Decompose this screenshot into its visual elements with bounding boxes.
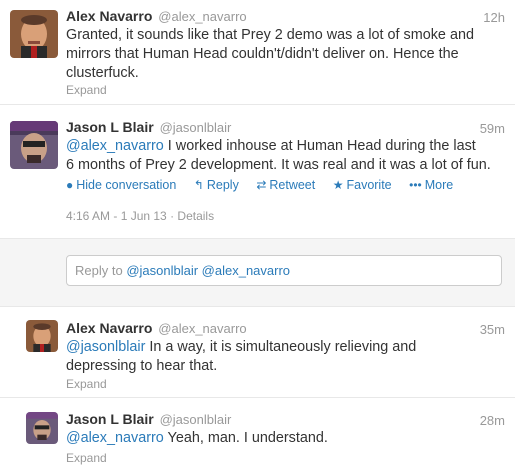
tweet-author-name[interactable]: Alex Navarro [66,8,152,24]
tweet-text-line: I worked inhouse at Human Head during th… [163,138,476,154]
tweet-text-line: clusterfuck. [66,65,139,81]
tweet-timestamp[interactable]: 59m [480,121,505,136]
tweet-text-line: depressing to hear that. [66,358,218,374]
tweet-full-timestamp[interactable]: 4:16 AM - 1 Jun 13 [66,209,167,223]
tweet-timestamp[interactable]: 35m [480,322,505,337]
tweet-author-username[interactable]: @alex_navarro [158,321,246,336]
tweet-author-username[interactable]: @jasonlblair [160,412,232,427]
hide-conversation-button[interactable]: ● Hide conversation [66,178,176,192]
expand-link[interactable]: Expand [66,83,107,97]
avatar[interactable] [10,10,58,58]
chevron-up-icon: ● [66,178,74,192]
expand-link[interactable]: Expand [66,451,107,465]
mention-link[interactable]: @jasonlblair [66,339,145,355]
tweet-author-name[interactable]: Jason L Blair [66,411,154,427]
reply-mention: @alex_navarro [201,263,291,278]
tweet-1[interactable]: Alex Navarro @alex_navarro 12h Granted, … [0,0,515,104]
retweet-label: Retweet [269,178,316,192]
divider [0,238,515,239]
mention-link[interactable]: @alex_navarro [66,430,164,446]
reply-prefix: Reply to [75,263,127,278]
reply-input[interactable]: Reply to @jasonlblair @alex_navarro [66,255,502,286]
tweet-text-line: In a way, it is simultaneously relieving… [145,339,417,355]
tweet-text: @alex_navarro I worked inhouse at Human … [66,137,491,175]
tweet-author-name[interactable]: Alex Navarro [66,320,152,336]
reply-mention: @jasonlblair [126,263,199,278]
expand-link[interactable]: Expand [66,377,107,391]
star-icon: ★ [332,178,344,192]
tweet-timestamp[interactable]: 12h [483,10,505,25]
tweet-4[interactable]: Jason L Blair @jasonlblair 28m @alex_nav… [0,398,515,468]
reply-label: Reply [206,178,239,192]
tweet-text-line: 6 months of Prey 2 development. It was r… [66,157,491,173]
retweet-button[interactable]: ⇄ Retweet [256,178,315,192]
retweet-icon: ⇄ [256,178,267,192]
more-button[interactable]: ••• More [409,178,453,192]
more-label: More [424,178,454,192]
hide-conversation-label: Hide conversation [76,178,177,192]
details-link[interactable]: Details [177,209,214,223]
tweet-text-line: Yeah, man. I understand. [163,430,328,446]
mention-link[interactable]: @alex_navarro [66,138,164,154]
tweet-author-username[interactable]: @alex_navarro [158,9,246,24]
ellipsis-icon: ••• [409,178,422,192]
favorite-label: Favorite [346,178,392,192]
tweet-meta: 4:16 AM - 1 Jun 13 · Details [66,209,214,223]
tweet-2[interactable]: Jason L Blair @jasonlblair 59m @alex_nav… [0,105,515,238]
tweet-author-name[interactable]: Jason L Blair [66,119,154,135]
tweet-3[interactable]: Alex Navarro @alex_navarro 35m @jasonlbl… [0,307,515,397]
reply-icon: ↰ [193,178,204,192]
tweet-actions: ● Hide conversation ↰ Reply ⇄ Retweet ★ Favo… [66,178,467,192]
tweet-text-line: Granted, it sounds like that Prey 2 demo… [66,27,474,43]
reply-button[interactable]: ↰ Reply [194,178,239,192]
avatar[interactable] [26,320,58,352]
avatar[interactable] [10,121,58,169]
avatar[interactable] [26,412,58,444]
tweet-text: @alex_navarro Yeah, man. I understand. [66,429,328,448]
tweet-text: @jasonlblair In a way, it is simultaneou… [66,338,416,376]
meta-separator: · [170,209,175,223]
tweet-text-line: mirrors that Human Head couldn't/didn't … [66,46,459,62]
tweet-timestamp[interactable]: 28m [480,413,505,428]
favorite-button[interactable]: ★ Favorite [333,178,392,192]
tweet-text: Granted, it sounds like that Prey 2 demo… [66,26,474,83]
tweet-author-username[interactable]: @jasonlblair [160,120,232,135]
